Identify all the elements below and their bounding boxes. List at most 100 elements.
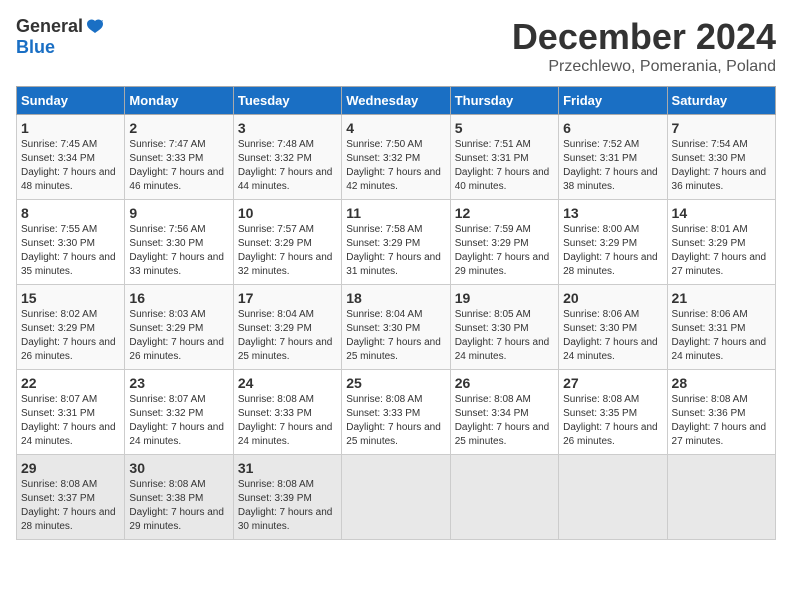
day-header-saturday: Saturday	[667, 87, 775, 115]
day-detail: Sunrise: 7:57 AMSunset: 3:29 PMDaylight:…	[238, 224, 333, 277]
day-number: 11	[346, 205, 445, 221]
calendar-cell	[342, 455, 450, 540]
day-number: 18	[346, 290, 445, 306]
day-detail: Sunrise: 7:58 AMSunset: 3:29 PMDaylight:…	[346, 224, 441, 277]
day-detail: Sunrise: 8:07 AMSunset: 3:31 PMDaylight:…	[21, 394, 116, 447]
calendar-cell	[667, 455, 775, 540]
day-detail: Sunrise: 8:08 AMSunset: 3:34 PMDaylight:…	[455, 394, 550, 447]
day-detail: Sunrise: 8:06 AMSunset: 3:31 PMDaylight:…	[672, 309, 767, 362]
day-detail: Sunrise: 8:08 AMSunset: 3:38 PMDaylight:…	[129, 479, 224, 532]
calendar-cell: 28 Sunrise: 8:08 AMSunset: 3:36 PMDaylig…	[667, 370, 775, 455]
calendar-cell: 1 Sunrise: 7:45 AMSunset: 3:34 PMDayligh…	[17, 115, 125, 200]
calendar-cell: 3 Sunrise: 7:48 AMSunset: 3:32 PMDayligh…	[233, 115, 341, 200]
calendar-cell: 7 Sunrise: 7:54 AMSunset: 3:30 PMDayligh…	[667, 115, 775, 200]
calendar-cell: 27 Sunrise: 8:08 AMSunset: 3:35 PMDaylig…	[559, 370, 667, 455]
calendar-cell: 4 Sunrise: 7:50 AMSunset: 3:32 PMDayligh…	[342, 115, 450, 200]
day-number: 27	[563, 375, 662, 391]
day-header-friday: Friday	[559, 87, 667, 115]
day-number: 2	[129, 120, 228, 136]
day-detail: Sunrise: 7:59 AMSunset: 3:29 PMDaylight:…	[455, 224, 550, 277]
day-number: 15	[21, 290, 120, 306]
day-number: 9	[129, 205, 228, 221]
day-number: 14	[672, 205, 771, 221]
title-area: December 2024 Przechlewo, Pomerania, Pol…	[512, 16, 776, 76]
calendar-cell	[559, 455, 667, 540]
calendar-cell: 14 Sunrise: 8:01 AMSunset: 3:29 PMDaylig…	[667, 200, 775, 285]
day-number: 5	[455, 120, 554, 136]
calendar-cell: 2 Sunrise: 7:47 AMSunset: 3:33 PMDayligh…	[125, 115, 233, 200]
calendar-cell: 6 Sunrise: 7:52 AMSunset: 3:31 PMDayligh…	[559, 115, 667, 200]
calendar-cell: 19 Sunrise: 8:05 AMSunset: 3:30 PMDaylig…	[450, 285, 558, 370]
day-number: 4	[346, 120, 445, 136]
logo-blue: Blue	[16, 37, 55, 58]
calendar-week-row: 22 Sunrise: 8:07 AMSunset: 3:31 PMDaylig…	[17, 370, 776, 455]
day-number: 3	[238, 120, 337, 136]
day-number: 30	[129, 460, 228, 476]
calendar-week-row: 15 Sunrise: 8:02 AMSunset: 3:29 PMDaylig…	[17, 285, 776, 370]
day-header-thursday: Thursday	[450, 87, 558, 115]
day-number: 26	[455, 375, 554, 391]
calendar-cell: 29 Sunrise: 8:08 AMSunset: 3:37 PMDaylig…	[17, 455, 125, 540]
day-detail: Sunrise: 8:04 AMSunset: 3:30 PMDaylight:…	[346, 309, 441, 362]
location-title: Przechlewo, Pomerania, Poland	[512, 58, 776, 76]
month-title: December 2024	[512, 16, 776, 58]
day-number: 19	[455, 290, 554, 306]
day-number: 8	[21, 205, 120, 221]
calendar-cell: 13 Sunrise: 8:00 AMSunset: 3:29 PMDaylig…	[559, 200, 667, 285]
day-number: 28	[672, 375, 771, 391]
day-number: 24	[238, 375, 337, 391]
day-number: 1	[21, 120, 120, 136]
calendar-cell: 18 Sunrise: 8:04 AMSunset: 3:30 PMDaylig…	[342, 285, 450, 370]
day-detail: Sunrise: 8:01 AMSunset: 3:29 PMDaylight:…	[672, 224, 767, 277]
calendar-cell: 17 Sunrise: 8:04 AMSunset: 3:29 PMDaylig…	[233, 285, 341, 370]
calendar-cell: 15 Sunrise: 8:02 AMSunset: 3:29 PMDaylig…	[17, 285, 125, 370]
calendar-cell: 12 Sunrise: 7:59 AMSunset: 3:29 PMDaylig…	[450, 200, 558, 285]
day-detail: Sunrise: 7:56 AMSunset: 3:30 PMDaylight:…	[129, 224, 224, 277]
calendar-table: SundayMondayTuesdayWednesdayThursdayFrid…	[16, 86, 776, 540]
day-number: 7	[672, 120, 771, 136]
day-number: 6	[563, 120, 662, 136]
day-detail: Sunrise: 7:51 AMSunset: 3:31 PMDaylight:…	[455, 139, 550, 192]
calendar-header-row: SundayMondayTuesdayWednesdayThursdayFrid…	[17, 87, 776, 115]
day-number: 17	[238, 290, 337, 306]
day-detail: Sunrise: 7:50 AMSunset: 3:32 PMDaylight:…	[346, 139, 441, 192]
day-number: 21	[672, 290, 771, 306]
logo-bird-icon	[85, 17, 105, 37]
calendar-cell: 30 Sunrise: 8:08 AMSunset: 3:38 PMDaylig…	[125, 455, 233, 540]
day-number: 16	[129, 290, 228, 306]
calendar-week-row: 1 Sunrise: 7:45 AMSunset: 3:34 PMDayligh…	[17, 115, 776, 200]
day-header-sunday: Sunday	[17, 87, 125, 115]
day-detail: Sunrise: 8:05 AMSunset: 3:30 PMDaylight:…	[455, 309, 550, 362]
calendar-cell: 5 Sunrise: 7:51 AMSunset: 3:31 PMDayligh…	[450, 115, 558, 200]
calendar-cell: 31 Sunrise: 8:08 AMSunset: 3:39 PMDaylig…	[233, 455, 341, 540]
day-detail: Sunrise: 7:54 AMSunset: 3:30 PMDaylight:…	[672, 139, 767, 192]
day-detail: Sunrise: 7:48 AMSunset: 3:32 PMDaylight:…	[238, 139, 333, 192]
day-detail: Sunrise: 8:08 AMSunset: 3:39 PMDaylight:…	[238, 479, 333, 532]
day-header-wednesday: Wednesday	[342, 87, 450, 115]
calendar-cell: 11 Sunrise: 7:58 AMSunset: 3:29 PMDaylig…	[342, 200, 450, 285]
day-number: 12	[455, 205, 554, 221]
day-detail: Sunrise: 8:03 AMSunset: 3:29 PMDaylight:…	[129, 309, 224, 362]
day-detail: Sunrise: 8:04 AMSunset: 3:29 PMDaylight:…	[238, 309, 333, 362]
calendar-body: 1 Sunrise: 7:45 AMSunset: 3:34 PMDayligh…	[17, 115, 776, 540]
calendar-cell: 20 Sunrise: 8:06 AMSunset: 3:30 PMDaylig…	[559, 285, 667, 370]
day-number: 31	[238, 460, 337, 476]
calendar-cell	[450, 455, 558, 540]
day-detail: Sunrise: 8:02 AMSunset: 3:29 PMDaylight:…	[21, 309, 116, 362]
page-header: General Blue December 2024 Przechlewo, P…	[16, 16, 776, 76]
day-number: 13	[563, 205, 662, 221]
calendar-cell: 10 Sunrise: 7:57 AMSunset: 3:29 PMDaylig…	[233, 200, 341, 285]
calendar-cell: 21 Sunrise: 8:06 AMSunset: 3:31 PMDaylig…	[667, 285, 775, 370]
day-detail: Sunrise: 8:08 AMSunset: 3:35 PMDaylight:…	[563, 394, 658, 447]
day-detail: Sunrise: 7:55 AMSunset: 3:30 PMDaylight:…	[21, 224, 116, 277]
day-detail: Sunrise: 8:08 AMSunset: 3:36 PMDaylight:…	[672, 394, 767, 447]
calendar-cell: 24 Sunrise: 8:08 AMSunset: 3:33 PMDaylig…	[233, 370, 341, 455]
day-detail: Sunrise: 8:08 AMSunset: 3:33 PMDaylight:…	[238, 394, 333, 447]
day-detail: Sunrise: 7:52 AMSunset: 3:31 PMDaylight:…	[563, 139, 658, 192]
day-detail: Sunrise: 8:08 AMSunset: 3:33 PMDaylight:…	[346, 394, 441, 447]
day-detail: Sunrise: 8:00 AMSunset: 3:29 PMDaylight:…	[563, 224, 658, 277]
day-number: 23	[129, 375, 228, 391]
calendar-week-row: 8 Sunrise: 7:55 AMSunset: 3:30 PMDayligh…	[17, 200, 776, 285]
day-number: 20	[563, 290, 662, 306]
calendar-cell: 9 Sunrise: 7:56 AMSunset: 3:30 PMDayligh…	[125, 200, 233, 285]
